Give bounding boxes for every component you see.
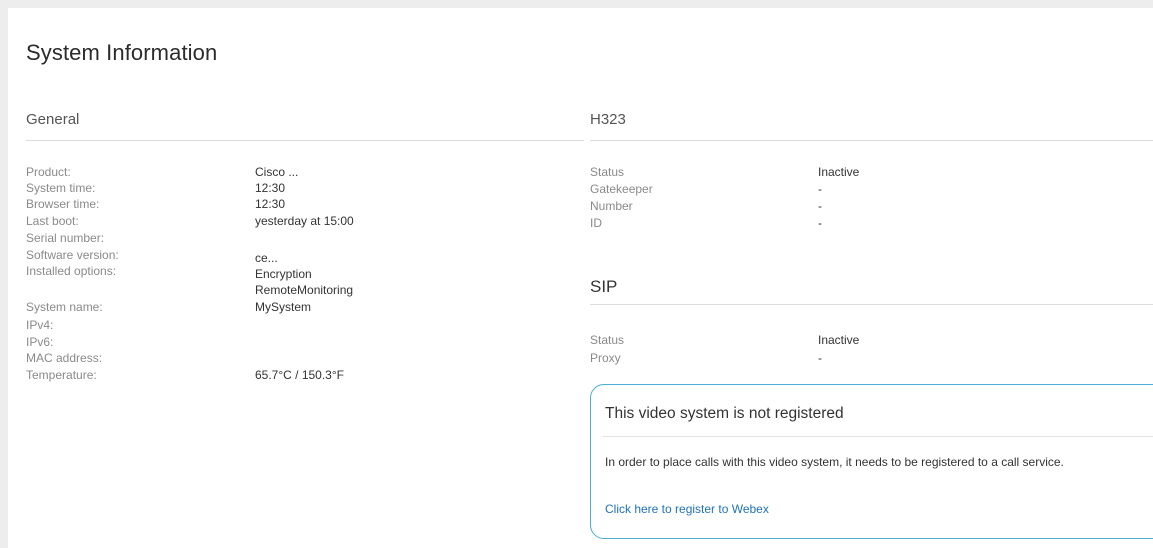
temperature-value: 65.7°C / 150.3°F <box>255 368 344 382</box>
software-version-label: Software version: <box>26 248 119 262</box>
h323-heading: H323 <box>590 111 626 128</box>
temperature-label: Temperature: <box>26 368 97 382</box>
browser-time-value: 12:30 <box>255 197 286 211</box>
installed-options-label: Installed options: <box>26 264 117 278</box>
h323-id-value: - <box>818 216 822 230</box>
notice-title: This video system is not registered <box>605 405 844 422</box>
ipv6-label: IPv6: <box>26 335 54 349</box>
mac-address-label: MAC address: <box>26 351 103 365</box>
notice-divider <box>603 436 1153 437</box>
sip-status-value: Inactive <box>818 333 860 347</box>
h323-status-label: Status <box>590 165 625 179</box>
h323-number-label: Number <box>590 199 633 213</box>
h323-gatekeeper-label: Gatekeeper <box>590 182 653 196</box>
page-title: System Information <box>26 40 218 65</box>
software-version-value: ce... <box>255 251 278 265</box>
general-divider <box>26 140 584 141</box>
register-webex-link[interactable]: Click here to register to Webex <box>605 502 769 516</box>
system-time-value: 12:30 <box>255 181 286 195</box>
registration-notice: This video system is not registered In o… <box>590 384 1153 539</box>
h323-id-label: ID <box>590 216 602 230</box>
serial-number-label: Serial number: <box>26 231 105 245</box>
h323-divider <box>590 140 1153 141</box>
ipv4-label: IPv4: <box>26 318 54 332</box>
system-name-label: System name: <box>26 300 103 314</box>
installed-option-remote-monitoring: RemoteMonitoring <box>255 283 354 297</box>
system-information-panel: System Information General Product: Cisc… <box>8 8 1153 548</box>
sip-proxy-value: - <box>818 351 822 365</box>
installed-option-encryption: Encryption <box>255 267 312 281</box>
system-time-label: System time: <box>26 181 96 195</box>
product-value: Cisco ... <box>255 165 299 179</box>
system-name-value: MySystem <box>255 300 312 314</box>
general-heading: General <box>26 111 80 128</box>
last-boot-value: yesterday at 15:00 <box>255 214 354 228</box>
browser-time-label: Browser time: <box>26 197 100 211</box>
sip-divider <box>590 304 1153 305</box>
sip-heading: SIP <box>590 277 618 296</box>
h323-status-value: Inactive <box>818 165 860 179</box>
product-label: Product: <box>26 165 71 179</box>
notice-text: In order to place calls with this video … <box>605 455 1064 469</box>
last-boot-label: Last boot: <box>26 214 79 228</box>
sip-status-label: Status <box>590 333 625 347</box>
h323-gatekeeper-value: - <box>818 182 822 196</box>
h323-number-value: - <box>818 199 822 213</box>
sip-proxy-label: Proxy <box>590 351 621 365</box>
